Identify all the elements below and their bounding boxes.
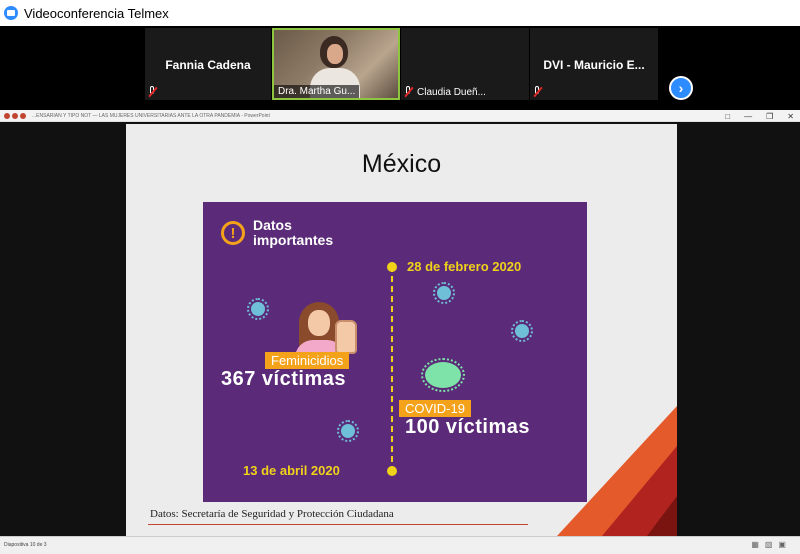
view-buttons[interactable]: ▦▧▣ <box>751 540 792 549</box>
title-bar: Videoconferencia Telmex <box>0 0 800 26</box>
participant-name: Fannia Cadena <box>165 58 251 72</box>
infographic: ! Datos importantes 28 de febrero 2020 1… <box>203 202 587 502</box>
zoom-window: Videoconferencia Telmex Fannia Cadena Dr… <box>0 0 800 554</box>
slide-counter: Diapositiva 10 de 3 <box>4 542 47 548</box>
app-title: Videoconferencia Telmex <box>24 5 169 21</box>
femicide-label: Feminicidios <box>265 352 350 369</box>
participant-name: DVI - Mauricio E... <box>543 58 645 72</box>
virus-icon <box>337 420 359 442</box>
participant-tile[interactable]: Fannia Cadena <box>145 28 271 100</box>
virus-icon <box>433 282 455 304</box>
participant-tile[interactable]: Claudia Dueñ... <box>401 28 529 100</box>
restore-icon[interactable]: ❐ <box>766 112 773 121</box>
slide-viewport: México ! Datos importantes 28 de febrero… <box>0 122 800 536</box>
powerpoint-icon <box>4 112 10 119</box>
next-page-button[interactable]: › <box>669 76 693 100</box>
virus-icon <box>511 320 533 342</box>
ribbon-toggle-icon[interactable]: □ <box>725 112 730 121</box>
telmex-logo-icon <box>4 6 18 20</box>
timeline-line <box>391 266 393 472</box>
muted-mic-icon <box>403 86 414 98</box>
powerpoint-statusbar: Diapositiva 10 de 3 ▦▧▣ <box>0 536 800 554</box>
powerpoint-window-title: ...ENSARIAN Y TIPO NOT — LAS MUJERES UNI… <box>32 112 270 119</box>
stop-hand-icon <box>335 320 357 354</box>
covid-virus-icon <box>421 358 465 392</box>
powerpoint-titlebar: ...ENSARIAN Y TIPO NOT — LAS MUJERES UNI… <box>0 110 800 122</box>
muted-mic-icon <box>532 86 543 98</box>
close-icon[interactable]: ✕ <box>787 112 794 121</box>
participant-tile[interactable]: DVI - Mauricio E... <box>530 28 658 100</box>
participant-video-tile[interactable]: Dra. Martha Gu... <box>272 28 400 100</box>
date-start: 28 de febrero 2020 <box>407 259 522 274</box>
participant-name: Dra. Martha Gu... <box>278 86 356 97</box>
virus-icon <box>247 298 269 320</box>
slide-title: México <box>361 150 442 178</box>
date-end: 13 de abril 2020 <box>243 463 340 478</box>
footer-divider <box>148 524 528 525</box>
timeline-start-dot <box>387 262 397 272</box>
timeline-end-dot <box>387 466 397 476</box>
participant-strip: Fannia Cadena Dra. Martha Gu... Claudia … <box>0 26 800 102</box>
source-credit: Datos: Secretaría de Seguridad y Protecc… <box>150 508 394 520</box>
infographic-heading: Datos importantes <box>253 217 334 248</box>
covid-value: 100 víctimas <box>405 416 530 438</box>
shared-screen: ...ENSARIAN Y TIPO NOT — LAS MUJERES UNI… <box>0 110 800 554</box>
covid-label: COVID-19 <box>399 400 471 417</box>
femicide-value: 367 víctimas <box>221 368 346 390</box>
exclamation-icon: ! <box>221 221 245 245</box>
chevron-right-icon: › <box>678 80 684 96</box>
participant-name: Claudia Dueñ... <box>417 86 486 98</box>
minimize-icon[interactable]: — <box>744 112 752 121</box>
muted-mic-icon <box>147 86 158 98</box>
slide: México ! Datos importantes 28 de febrero… <box>126 124 677 536</box>
